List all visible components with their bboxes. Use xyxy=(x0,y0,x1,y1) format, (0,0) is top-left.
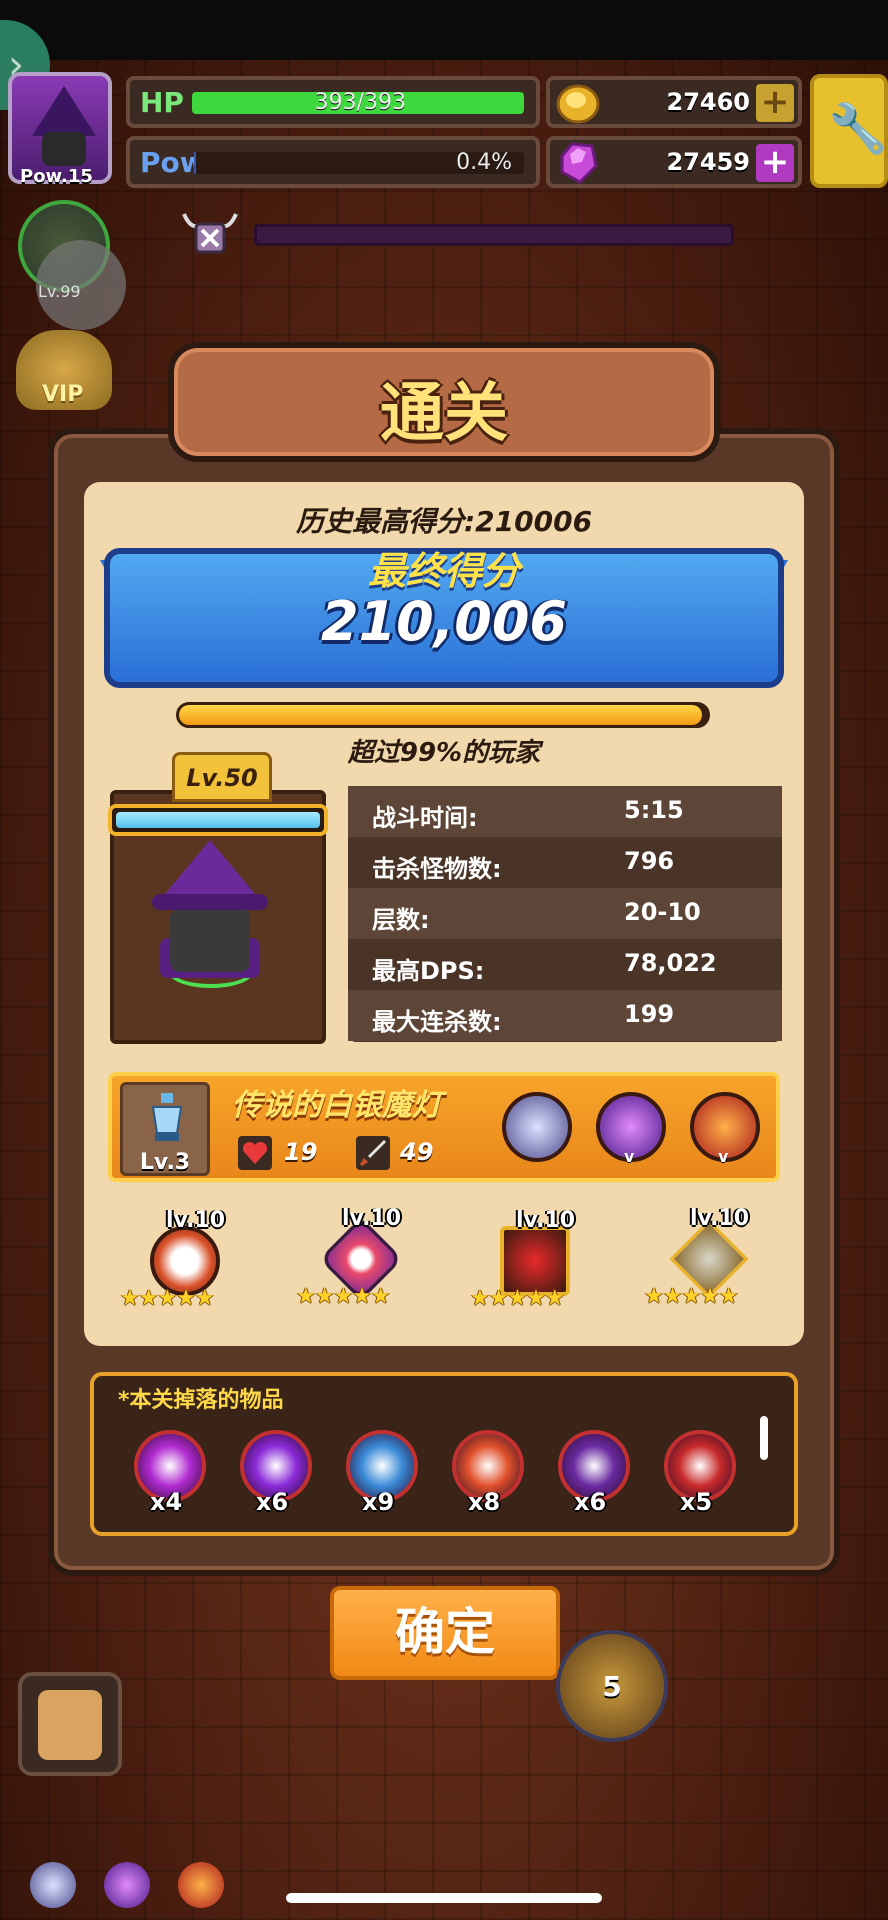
weapon-level: Lv.3 xyxy=(139,1150,191,1175)
equipment-helmet[interactable]: lv.10 ★★★★★ xyxy=(120,1208,240,1328)
final-score-value: 210,006 xyxy=(321,590,567,653)
inventory-button[interactable] xyxy=(18,1672,122,1776)
stat-row: 最大连杀数: 199 xyxy=(348,990,782,1041)
pow-bar: Pow 0.4% xyxy=(126,136,540,188)
sword-icon xyxy=(356,1136,390,1170)
hp-value: 393/393 xyxy=(314,90,406,115)
drops-title: *本关掉落的物品 xyxy=(118,1388,284,1413)
vip-label: VIP xyxy=(42,382,84,407)
mini-fire-skill-icon xyxy=(178,1862,224,1908)
drop-item[interactable]: x9 xyxy=(342,1430,422,1520)
percentile-bar xyxy=(176,702,710,728)
gold-coin-icon xyxy=(556,84,600,124)
wrench-icon: 🔧 xyxy=(828,101,888,157)
pow-level-label: Pow.15 xyxy=(20,166,93,187)
hero-level-label: Lv.50 xyxy=(186,764,258,792)
gem-icon xyxy=(560,142,598,184)
stat-row: 最高DPS: 78,022 xyxy=(372,949,717,985)
weapon-hp-stat: 19 xyxy=(284,1138,318,1166)
home-indicator[interactable] xyxy=(286,1893,602,1903)
boss-hp-bar xyxy=(254,224,734,246)
side-level-label: Lv.99 xyxy=(38,282,81,301)
best-score: 历史最高得分:210006 xyxy=(295,505,593,538)
mini-spear-skill-icon xyxy=(30,1862,76,1908)
stat-row: 层数: 20-10 xyxy=(348,888,782,939)
purple-orb-skill-icon[interactable]: v xyxy=(596,1092,666,1166)
drops-scrollbar[interactable] xyxy=(760,1416,768,1460)
status-bar xyxy=(0,0,888,60)
drop-item[interactable]: x4 xyxy=(130,1430,210,1520)
lamp-weapon-icon xyxy=(151,1093,183,1141)
stat-row: 击杀怪物数: 796 xyxy=(372,847,675,883)
wizard-hat-icon xyxy=(32,86,96,136)
pow-fill xyxy=(194,152,196,174)
hero-hp-bar xyxy=(108,804,328,836)
drop-item[interactable]: x8 xyxy=(448,1430,528,1520)
add-gold-button[interactable]: + xyxy=(756,84,794,122)
drop-item[interactable]: x5 xyxy=(660,1430,740,1520)
hp-label: HP xyxy=(140,86,184,119)
mini-purple-skill-icon xyxy=(104,1862,150,1908)
equipment-armor[interactable]: lv.10 ★★★★★ xyxy=(470,1208,590,1328)
dialog-title: 通关 xyxy=(380,377,508,451)
gold-counter: 27460 + xyxy=(546,76,802,128)
final-score-label: 最终得分 xyxy=(367,549,520,593)
weapon-name: 传说的白银魔灯 xyxy=(232,1088,442,1123)
pow-value: 0.4% xyxy=(456,150,512,175)
ultimate-skill-button[interactable]: 5 xyxy=(556,1630,668,1742)
heart-icon xyxy=(238,1136,272,1170)
gem-counter: 27459 + xyxy=(546,136,802,188)
hp-bar: HP 393/393 xyxy=(126,76,540,128)
drop-item[interactable]: x6 xyxy=(554,1430,634,1520)
gem-value: 27459 xyxy=(666,148,751,176)
percentile-fill xyxy=(179,705,702,725)
drop-item[interactable]: x6 xyxy=(236,1430,316,1520)
stat-row: 战斗时间: 5:15 xyxy=(348,786,782,837)
confirm-button[interactable]: 确定 xyxy=(330,1586,560,1680)
wizard-hero-sprite xyxy=(170,908,250,972)
gold-value: 27460 xyxy=(666,88,751,116)
boss-skull-icon xyxy=(182,213,238,254)
fire-skill-icon[interactable]: v xyxy=(690,1092,760,1166)
skill-count: 5 xyxy=(602,1670,622,1703)
settings-button[interactable]: 🔧 xyxy=(810,74,888,188)
equipment-amulet[interactable]: lv.10 ★★★★★ xyxy=(296,1206,416,1326)
add-gem-button[interactable]: + xyxy=(756,144,794,182)
silver-spear-skill-icon[interactable] xyxy=(502,1092,572,1162)
battle-stats: 战斗时间: 5:15 击杀怪物数: 796 层数: 20-10 最高DPS: 7… xyxy=(348,786,782,1042)
weapon-atk-stat: 49 xyxy=(400,1138,434,1166)
backpack-icon xyxy=(38,1690,102,1760)
equipment-boots[interactable]: lv.10 ★★★★★ xyxy=(644,1206,764,1326)
